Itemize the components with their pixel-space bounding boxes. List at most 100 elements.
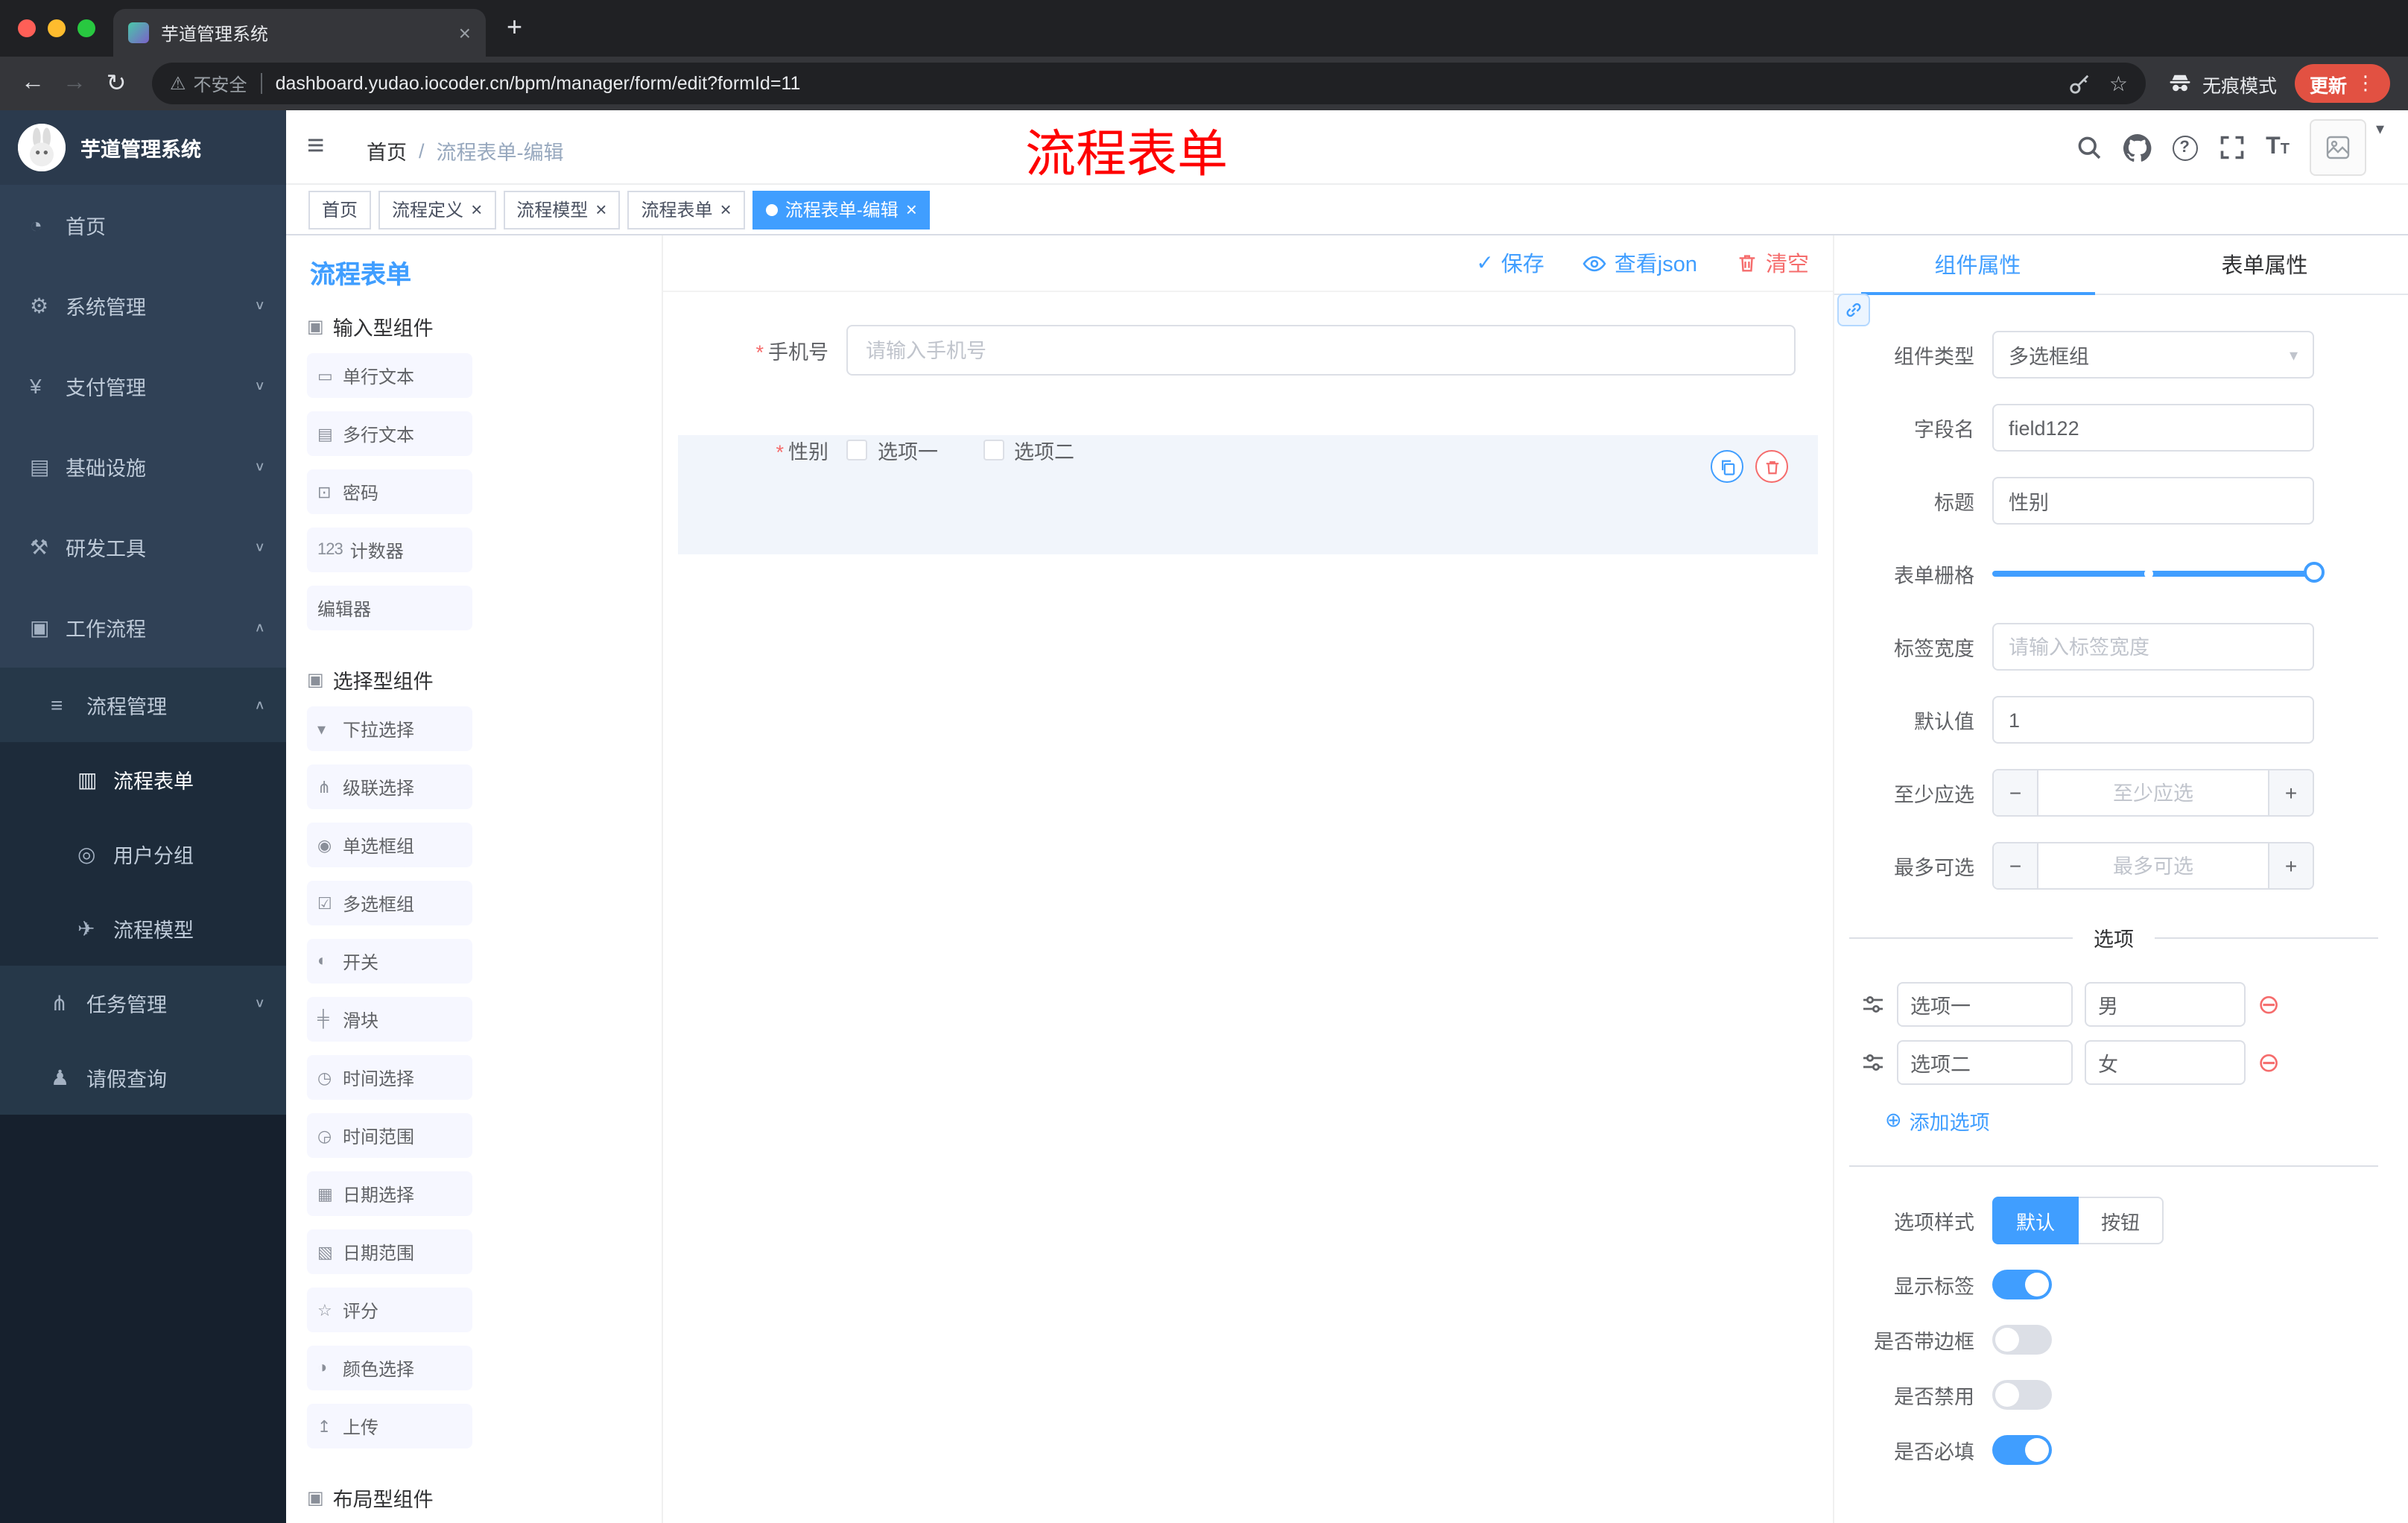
decrease-icon[interactable]: − — [1994, 770, 2038, 815]
sidebar-item-payment[interactable]: ¥ 支付管理 ∨ — [0, 346, 286, 426]
checkbox-option-1[interactable]: 选项一 — [846, 435, 938, 465]
component-item[interactable]: ⋔ 级联选择 — [307, 764, 472, 809]
fullscreen-icon[interactable] — [2218, 134, 2245, 161]
show-label-switch[interactable] — [1992, 1270, 2052, 1299]
required-switch[interactable] — [1992, 1435, 2052, 1465]
search-icon[interactable] — [2075, 134, 2102, 161]
clear-button[interactable]: 清空 — [1736, 247, 1809, 279]
link-icon[interactable] — [1837, 294, 1870, 326]
component-item[interactable]: ▭ 单行文本 — [307, 353, 472, 398]
title-input[interactable] — [1992, 477, 2314, 525]
component-item[interactable]: ◶ 时间范围 — [307, 1113, 472, 1158]
update-button[interactable]: 更新 ⋮ — [2294, 64, 2390, 103]
sidebar-item-infra[interactable]: ▤ 基础设施 ∨ — [0, 426, 286, 507]
sidebar-item-user-group[interactable]: ◎ 用户分组 — [0, 817, 286, 891]
selected-widget-gender[interactable]: 性别 选项一 选项二 — [678, 435, 1818, 554]
address-bar[interactable]: ⚠ 不安全 dashboard.yudao.iocoder.cn/bpm/man… — [152, 63, 2146, 104]
label-width-input[interactable] — [1992, 623, 2314, 671]
drag-handle-icon[interactable] — [1861, 992, 1885, 1016]
tab-close-icon[interactable]: × — [459, 22, 471, 43]
new-tab-button[interactable]: + — [507, 12, 522, 42]
remove-option-icon[interactable]: ⊖ — [2258, 991, 2280, 1018]
option-label-input[interactable] — [1897, 1040, 2073, 1085]
close-icon[interactable]: × — [471, 200, 482, 219]
sidebar-item-process-management[interactable]: ≡ 流程管理 ∧ — [0, 668, 286, 742]
max-select-input[interactable] — [2038, 843, 2268, 888]
component-item[interactable]: 编辑器 — [307, 586, 472, 630]
field-name-input[interactable] — [1992, 404, 2314, 452]
component-item[interactable]: ☑ 多选框组 — [307, 881, 472, 925]
style-button-button[interactable]: 按钮 — [2079, 1197, 2164, 1244]
sidebar-fold-icon[interactable]: ≡ — [307, 130, 324, 164]
copy-widget-button[interactable] — [1711, 450, 1743, 483]
sidebar-item-process-form[interactable]: ▥ 流程表单 — [0, 742, 286, 817]
component-type-select[interactable]: 多选框组 ▾ — [1992, 331, 2314, 379]
component-item[interactable]: ◑ 颜色选择 — [307, 1346, 472, 1390]
component-item[interactable]: ⊡ 密码 — [307, 469, 472, 514]
sidebar-item-workflow[interactable]: ▣ 工作流程 ∧ — [0, 587, 286, 668]
component-item[interactable]: ▾ 下拉选择 — [307, 706, 472, 751]
window-zoom-button[interactable] — [77, 19, 95, 37]
tag-home[interactable]: 首页 — [308, 190, 372, 229]
delete-widget-button[interactable] — [1755, 450, 1788, 483]
component-item[interactable]: ◐ 开关 — [307, 939, 472, 984]
sidebar-item-task-management[interactable]: ⋔ 任务管理 ∨ — [0, 966, 286, 1040]
option-value-input[interactable] — [2085, 1040, 2246, 1085]
component-item[interactable]: ☆ 评分 — [307, 1288, 472, 1332]
close-icon[interactable]: × — [906, 200, 917, 219]
tag-process-form[interactable]: 流程表单 × — [627, 190, 745, 229]
tag-process-definition[interactable]: 流程定义 × — [378, 190, 496, 229]
disabled-switch[interactable] — [1992, 1380, 2052, 1410]
sidebar-item-process-model[interactable]: ✈ 流程模型 — [0, 891, 286, 966]
tag-process-form-edit[interactable]: 流程表单-编辑 × — [752, 190, 931, 229]
option-value-input[interactable] — [2085, 982, 2246, 1027]
form-grid-slider[interactable] — [1992, 550, 2325, 598]
bookmark-star-icon[interactable]: ☆ — [2109, 71, 2128, 96]
close-icon[interactable]: × — [720, 200, 732, 219]
forward-icon[interactable]: → — [54, 70, 95, 97]
sidebar-item-home[interactable]: ◔ 首页 — [0, 185, 286, 265]
checkbox-option-2[interactable]: 选项二 — [983, 435, 1074, 465]
component-item[interactable]: ◷ 时间选择 — [307, 1055, 472, 1100]
option-label-input[interactable] — [1897, 982, 2073, 1027]
view-json-button[interactable]: 查看json — [1583, 247, 1697, 279]
save-button[interactable]: ✓ 保存 — [1476, 247, 1544, 279]
sidebar-item-system[interactable]: ⚙ 系统管理 ∨ — [0, 265, 286, 346]
tab-component-props[interactable]: 组件属性 — [1834, 235, 2121, 295]
github-icon[interactable] — [2123, 133, 2151, 162]
caret-down-icon[interactable]: ▾ — [2376, 119, 2384, 139]
increase-icon[interactable]: + — [2268, 843, 2313, 888]
default-value-input[interactable] — [1992, 696, 2314, 744]
window-minimize-button[interactable] — [48, 19, 66, 37]
drag-handle-icon[interactable] — [1861, 1051, 1885, 1074]
sidebar-item-leave-query[interactable]: ♟ 请假查询 — [0, 1040, 286, 1115]
increase-icon[interactable]: + — [2268, 770, 2313, 815]
font-size-icon[interactable]: TT — [2266, 134, 2290, 161]
sidebar-item-devtools[interactable]: ⚒ 研发工具 ∨ — [0, 507, 286, 587]
slider-thumb[interactable] — [2304, 562, 2325, 583]
component-item[interactable]: ╪ 滑块 — [307, 997, 472, 1042]
close-icon[interactable]: × — [595, 200, 606, 219]
add-option-button[interactable]: ⊕ 添加选项 — [1885, 1106, 2378, 1136]
component-item[interactable]: ◉ 单选框组 — [307, 823, 472, 867]
component-item[interactable]: ▦ 日期选择 — [307, 1171, 472, 1216]
back-icon[interactable]: ← — [12, 70, 54, 97]
avatar[interactable] — [2310, 119, 2367, 176]
browser-menu-icon[interactable]: ⋮ — [2356, 72, 2375, 95]
sidebar-logo[interactable]: 芋道管理系统 — [0, 110, 286, 185]
help-icon[interactable]: ? — [2172, 135, 2198, 160]
url-text[interactable]: dashboard.yudao.iocoder.cn/bpm/manager/f… — [276, 73, 2051, 94]
border-switch[interactable] — [1992, 1325, 2052, 1355]
component-item[interactable]: ↥ 上传 — [307, 1404, 472, 1448]
password-key-icon[interactable] — [2069, 72, 2091, 95]
window-close-button[interactable] — [18, 19, 36, 37]
min-select-input[interactable] — [2038, 770, 2268, 815]
tab-form-props[interactable]: 表单属性 — [2121, 235, 2408, 294]
component-item[interactable]: ▤ 多行文本 — [307, 411, 472, 456]
reload-icon[interactable]: ↻ — [95, 69, 137, 98]
component-item[interactable]: 123 计数器 — [307, 528, 472, 572]
slider-track[interactable] — [1992, 562, 2325, 583]
security-label[interactable]: 不安全 — [194, 71, 247, 96]
remove-option-icon[interactable]: ⊖ — [2258, 1049, 2280, 1076]
decrease-icon[interactable]: − — [1994, 843, 2038, 888]
